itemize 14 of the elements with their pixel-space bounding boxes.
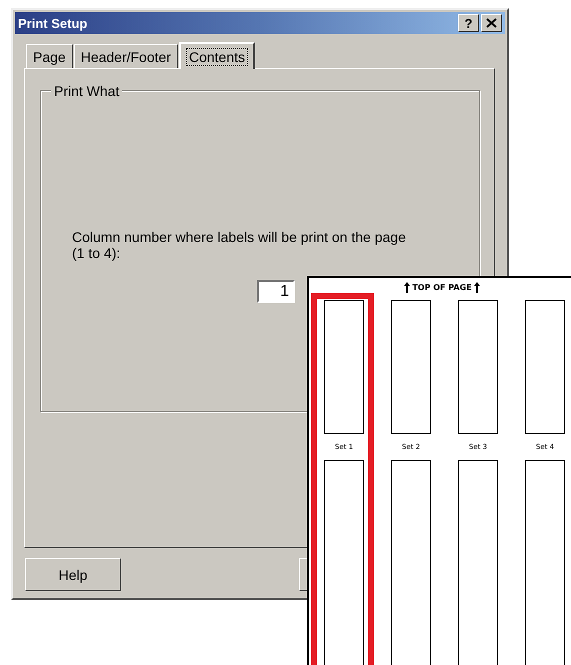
help-button[interactable]: Help <box>25 558 121 591</box>
close-icon <box>486 18 497 28</box>
help-button[interactable]: ? <box>458 14 479 32</box>
tab[interactable]: Header/Footer <box>74 44 178 68</box>
window-title: Print Setup <box>18 16 88 30</box>
column-number-field[interactable]: 1 <box>257 280 295 303</box>
group-title: Print What <box>51 83 122 99</box>
up-arrow-icon <box>404 282 410 292</box>
close-button[interactable] <box>481 14 502 32</box>
up-arrow-icon <box>474 282 480 292</box>
tab[interactable]: Contents <box>178 42 256 69</box>
prompt-text: Column number where labels will be print on the page (1 to 4): <box>72 229 406 261</box>
tab[interactable]: Page <box>26 44 73 68</box>
top-of-page-text: TOP OF PAGE <box>412 282 472 292</box>
